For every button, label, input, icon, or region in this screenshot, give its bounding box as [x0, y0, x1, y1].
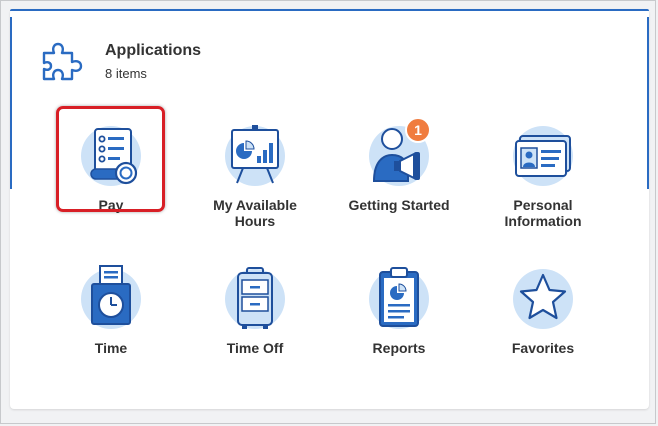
app-tile-label: My Available Hours [213, 197, 297, 229]
id-card-icon [513, 126, 573, 186]
star-icon [513, 269, 573, 329]
app-tile-label: Getting Started [348, 197, 450, 213]
app-tile-personal-information[interactable]: Personal Information [483, 121, 603, 229]
selection-highlight [56, 106, 165, 212]
card-right-border [647, 17, 649, 189]
app-tile-my-available-hours[interactable]: My Available Hours [195, 121, 315, 229]
app-tile-time[interactable]: Time [51, 264, 171, 356]
time-clock-icon [81, 265, 141, 329]
puzzle-icon [42, 42, 83, 81]
app-tile-reports[interactable]: Reports [339, 264, 459, 356]
app-tile-favorites[interactable]: Favorites [483, 264, 603, 356]
section-title: Applications [105, 42, 202, 59]
app-tile-label: Time Off [226, 340, 284, 356]
app-tile-label: Favorites [511, 340, 575, 356]
card-accent-line [10, 9, 649, 11]
app-tile-label: Reports [372, 340, 426, 356]
item-count: 8 items [105, 66, 147, 81]
notification-badge: 1 [405, 117, 431, 143]
suitcase-icon [225, 267, 285, 329]
app-tile-getting-started[interactable]: Getting Started 1 [339, 117, 459, 213]
window-frame: Applications 8 items Pay My Available Ho… [0, 0, 656, 424]
app-tile-label: Personal Information [504, 197, 582, 229]
app-tile-label: Time [94, 340, 128, 356]
card-left-border [10, 17, 12, 189]
presentation-chart-icon [225, 125, 285, 186]
app-tile-time-off[interactable]: Time Off [195, 264, 315, 356]
clipboard-report-icon [369, 267, 429, 329]
